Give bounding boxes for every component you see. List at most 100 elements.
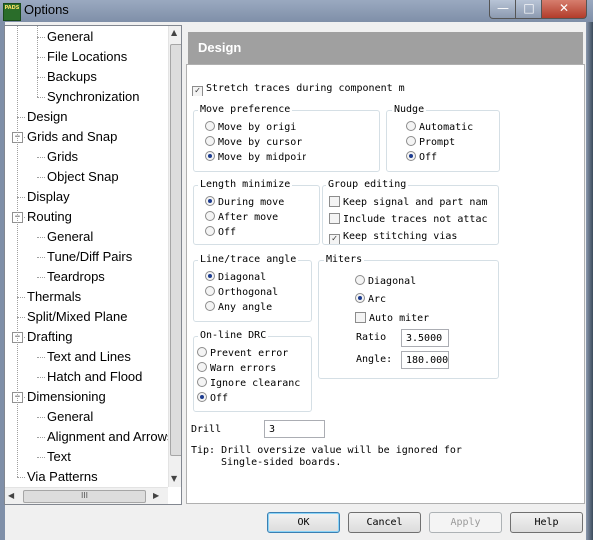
tree-item-file-locations[interactable]: File Locations bbox=[47, 47, 127, 67]
radio-automatic[interactable]: Automatic bbox=[406, 121, 486, 135]
radio-prompt[interactable]: Prompt bbox=[406, 136, 486, 150]
tree-item-display[interactable]: Display bbox=[27, 187, 70, 207]
radio-diagonal[interactable]: Diagonal bbox=[355, 275, 455, 289]
ok-button[interactable]: OK bbox=[267, 512, 340, 533]
apply-button[interactable]: Apply bbox=[429, 512, 502, 533]
radio-off[interactable]: Off bbox=[205, 226, 305, 240]
minimize-button[interactable]: — bbox=[489, 0, 517, 19]
option-label: Keep signal and part nam bbox=[343, 197, 488, 208]
maximize-button[interactable]: □ bbox=[515, 0, 543, 19]
tree-item-text[interactable]: Text bbox=[47, 447, 71, 467]
radio-button-icon bbox=[197, 392, 207, 402]
checkbox-keep-stitching-vias[interactable]: ✓ Keep stitching vias bbox=[329, 230, 491, 244]
radio-warn-errors[interactable]: Warn errors bbox=[197, 362, 305, 376]
tree-horizontal-scroll-thumb[interactable]: III bbox=[23, 490, 146, 503]
length-minimize-title: Length minimize bbox=[198, 179, 293, 190]
checkbox-icon: ✓ bbox=[192, 86, 203, 96]
tree-connector-line bbox=[17, 117, 25, 118]
option-label: Move by midpoint bbox=[218, 152, 306, 163]
title-bar[interactable]: PADS Options — □ ✕ bbox=[0, 0, 593, 22]
radio-off[interactable]: Off bbox=[197, 392, 305, 406]
tree-item-split-mixed-plane[interactable]: Split/Mixed Plane bbox=[27, 307, 127, 327]
nudge-title: Nudge bbox=[392, 104, 427, 115]
miters-title: Miters bbox=[324, 254, 365, 265]
tree-item-drafting[interactable]: Drafting bbox=[27, 327, 73, 347]
radio-any-angle[interactable]: Any angle bbox=[205, 301, 305, 315]
group-editing-title: Group editing bbox=[326, 179, 409, 190]
radio-orthogonal[interactable]: Orthogonal bbox=[205, 286, 305, 300]
pads-app-icon: PADS bbox=[3, 3, 21, 21]
option-label: Include traces not attac bbox=[343, 214, 488, 225]
radio-diagonal[interactable]: Diagonal bbox=[205, 271, 305, 285]
tree-item-thermals[interactable]: Thermals bbox=[27, 287, 81, 307]
radio-move-by-cursor-locati[interactable]: Move by cursor locati bbox=[205, 136, 306, 150]
tree-item-teardrops[interactable]: Teardrops bbox=[47, 267, 105, 287]
angle-label: Angle: bbox=[356, 354, 393, 365]
checkbox-icon bbox=[329, 196, 340, 207]
tree-item-tune-diff-pairs[interactable]: Tune/Diff Pairs bbox=[47, 247, 132, 267]
tree-item-hatch-and-flood[interactable]: Hatch and Flood bbox=[47, 367, 142, 387]
option-label: Move by origi bbox=[218, 122, 297, 133]
tree-item-object-snap[interactable]: Object Snap bbox=[47, 167, 119, 187]
cancel-button[interactable]: Cancel bbox=[348, 512, 421, 533]
checkbox-include-traces-not-attac[interactable]: Include traces not attac bbox=[329, 213, 491, 227]
checkbox-keep-signal-and-part-nam[interactable]: Keep signal and part nam bbox=[329, 196, 491, 210]
tree-item-general[interactable]: General bbox=[47, 407, 93, 427]
option-label: Keep stitching vias bbox=[343, 231, 458, 242]
options-category-tree[interactable]: General File Locations Backups Synchronizat… bbox=[4, 25, 182, 505]
tree-item-general[interactable]: General bbox=[47, 27, 93, 47]
option-label: Orthogonal bbox=[218, 287, 279, 298]
scroll-right-arrow-icon[interactable]: ▶ bbox=[153, 491, 159, 500]
option-label: Prompt bbox=[419, 137, 456, 148]
tree-connector-line bbox=[17, 477, 25, 478]
tree-item-design[interactable]: Design bbox=[27, 107, 67, 127]
tree-item-grids-and-snap[interactable]: Grids and Snap bbox=[27, 127, 117, 147]
tree-connector-line bbox=[37, 157, 45, 158]
tree-connector-line bbox=[37, 237, 45, 238]
tree-item-text-and-lines[interactable]: Text and Lines bbox=[47, 347, 131, 367]
tree-item-alignment-and-arrows[interactable]: Alignment and Arrows bbox=[47, 427, 173, 447]
radio-during-move[interactable]: During move bbox=[205, 196, 305, 210]
radio-after-move[interactable]: After move bbox=[205, 211, 305, 225]
scroll-left-arrow-icon[interactable]: ◀ bbox=[8, 491, 14, 500]
radio-button-icon bbox=[406, 151, 416, 161]
tree-item-general[interactable]: General bbox=[47, 227, 93, 247]
radio-move-by-midpoint[interactable]: Move by midpoint bbox=[205, 151, 306, 165]
radio-ignore-clearanc[interactable]: Ignore clearanc bbox=[197, 377, 305, 391]
tree-connector-line bbox=[37, 357, 45, 358]
tree-item-synchronization[interactable]: Synchronization bbox=[47, 87, 140, 107]
angle-input[interactable]: 180.0000 bbox=[401, 351, 449, 369]
auto-miter-checkbox[interactable]: Auto miter bbox=[355, 312, 459, 326]
radio-button-icon bbox=[205, 151, 215, 161]
radio-off[interactable]: Off bbox=[406, 151, 486, 165]
scroll-down-arrow-icon[interactable]: ▼ bbox=[171, 474, 177, 483]
close-button[interactable]: ✕ bbox=[541, 0, 587, 19]
window-title: Options bbox=[24, 2, 69, 17]
tree-item-dimensioning[interactable]: Dimensioning bbox=[27, 387, 106, 407]
scroll-up-arrow-icon[interactable]: ▲ bbox=[171, 28, 177, 37]
ratio-input[interactable]: 3.5000 bbox=[401, 329, 449, 347]
tree-item-backups[interactable]: Backups bbox=[47, 67, 97, 87]
drill-input[interactable]: 3 bbox=[264, 420, 325, 438]
radio-button-icon bbox=[205, 226, 215, 236]
radio-button-icon bbox=[406, 136, 416, 146]
ratio-label: Ratio bbox=[356, 332, 387, 343]
window-frame-right bbox=[586, 22, 593, 540]
stretch-traces-checkbox[interactable]: ✓ Stretch traces during component m bbox=[192, 82, 412, 96]
radio-button-icon bbox=[197, 362, 207, 372]
tree-vertical-scrollbar[interactable]: ▲ ▼ bbox=[168, 26, 181, 487]
tree-item-via-patterns[interactable]: Via Patterns bbox=[27, 467, 98, 487]
tree-connector-line bbox=[37, 257, 45, 258]
tree-item-routing[interactable]: Routing bbox=[27, 207, 72, 227]
radio-prevent-error[interactable]: Prevent error bbox=[197, 347, 305, 361]
radio-button-icon bbox=[205, 136, 215, 146]
option-label: Any angle bbox=[218, 302, 273, 313]
radio-move-by-origi[interactable]: Move by origi bbox=[205, 121, 306, 135]
radio-arc[interactable]: Arc bbox=[355, 293, 455, 307]
radio-button-icon bbox=[205, 271, 215, 281]
tree-vertical-scroll-thumb[interactable] bbox=[170, 44, 181, 456]
tree-connector-line bbox=[37, 26, 38, 97]
help-button[interactable]: Help bbox=[510, 512, 583, 533]
tree-item-grids[interactable]: Grids bbox=[47, 147, 78, 167]
tree-horizontal-scrollbar[interactable]: ◀ III ▶ bbox=[5, 487, 168, 504]
